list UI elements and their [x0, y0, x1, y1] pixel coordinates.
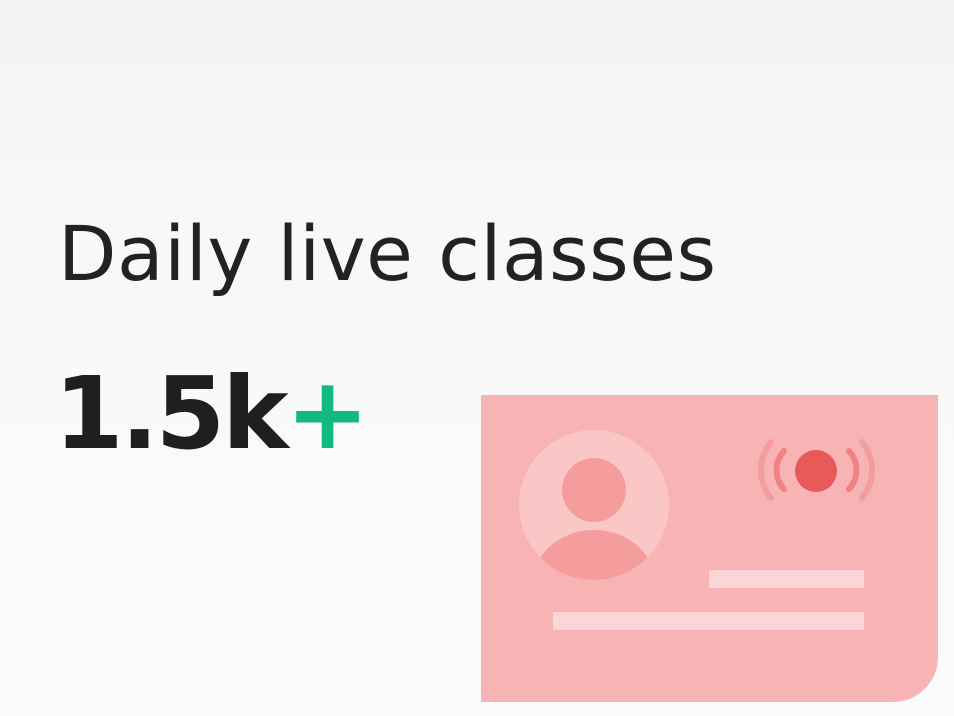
placeholder-line-short — [709, 570, 864, 588]
stat-suffix: + — [285, 355, 370, 472]
placeholder-line-long — [553, 612, 864, 630]
live-classes-card: Daily live classes 1.5k+ — [0, 0, 954, 716]
stat-value: 1.5k — [54, 355, 289, 472]
card-title: Daily live classes — [58, 209, 717, 298]
live-class-illustration — [481, 395, 938, 702]
stat-value-row: 1.5k+ — [54, 354, 370, 474]
